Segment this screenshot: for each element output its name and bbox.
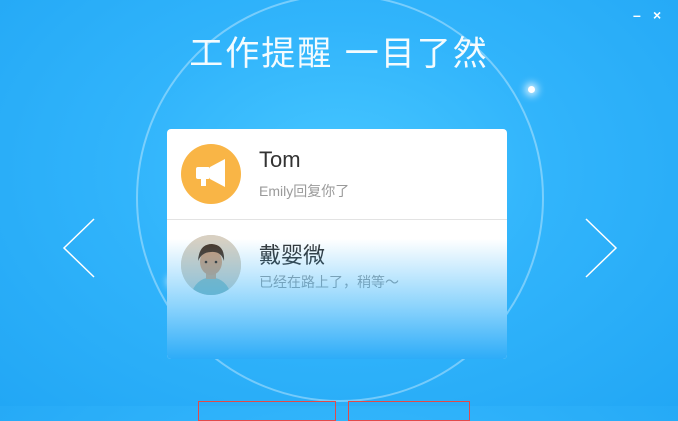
- user-avatar: [181, 235, 241, 295]
- megaphone-icon: [181, 144, 241, 204]
- message-preview: Emily回复你了: [259, 183, 350, 199]
- message-preview: 已经在路上了，稍等～: [259, 274, 399, 290]
- action-button-left[interactable]: [198, 401, 336, 421]
- contact-name: Tom: [259, 147, 301, 172]
- minimize-button[interactable]: –: [633, 8, 641, 22]
- notification-item[interactable]: 戴婴微 已经在路上了，稍等～: [167, 220, 507, 310]
- notification-card: Tom Emily回复你了 戴婴微 已经在路上了，稍等～: [167, 129, 507, 359]
- chevron-right-icon[interactable]: [584, 218, 618, 278]
- chevron-left-icon[interactable]: [62, 218, 96, 278]
- ring-glow-dot: [528, 86, 535, 93]
- notification-item[interactable]: Tom Emily回复你了: [167, 129, 507, 220]
- close-button[interactable]: ×: [653, 8, 661, 22]
- page-title: 工作提醒 一目了然: [189, 35, 489, 73]
- action-button-right[interactable]: [348, 401, 470, 421]
- contact-name: 戴婴微: [259, 243, 326, 268]
